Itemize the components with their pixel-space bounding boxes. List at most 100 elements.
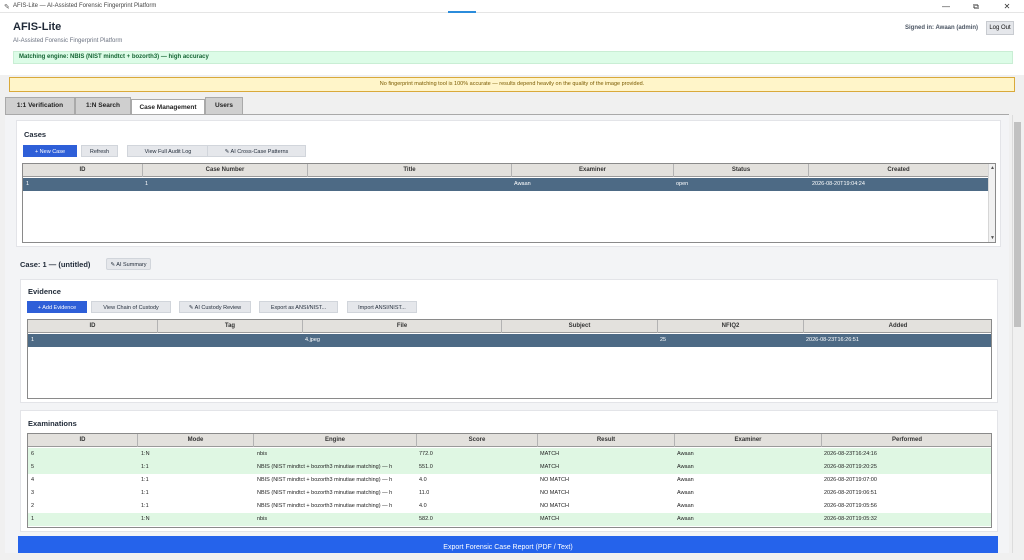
cell-id: 1	[26, 181, 30, 187]
col-header[interactable]: Score	[417, 434, 538, 447]
app-icon: ✎	[4, 4, 10, 11]
col-header[interactable]: ID	[28, 320, 158, 333]
table-row[interactable]: 6 1:N nbis 772.0 MATCH Awaan 2026-08-23T…	[28, 448, 991, 461]
cell-examiner: Awaan	[514, 181, 531, 187]
col-header[interactable]: ID	[28, 434, 138, 447]
col-header[interactable]: Status	[674, 164, 809, 177]
cell-performed: 2026-08-20T19:06:51	[824, 490, 877, 496]
scroll-up-icon[interactable]: ▲	[989, 165, 995, 172]
cell-score: 551.0	[419, 464, 433, 470]
cell-engine: NBIS (NIST mindtct + bozorth3 minutiae m…	[257, 490, 393, 496]
col-header[interactable]: File	[303, 320, 502, 333]
cell-performed: 2026-08-23T16:24:16	[824, 451, 877, 457]
export-report-button[interactable]: Export Forensic Case Report (PDF / Text)	[18, 536, 998, 553]
evidence-table-header: ID Tag File Subject NFIQ2 Added	[28, 320, 991, 333]
audit-log-button[interactable]: View Full Audit Log	[127, 145, 209, 157]
app-header: AFIS-Lite AI-Assisted Forensic Fingerpri…	[0, 13, 1024, 75]
cell-case-number: 1	[145, 181, 149, 187]
maximize-icon[interactable]: ⧉	[962, 1, 990, 12]
minimize-icon[interactable]: —	[932, 1, 960, 12]
cell-file: 4.jpeg	[305, 337, 320, 343]
table-row[interactable]: 1 4.jpeg 25 2026-08-23T16:26:51	[28, 334, 991, 347]
examinations-table[interactable]: ID Mode Engine Score Result Examiner Per…	[27, 433, 992, 528]
cases-table[interactable]: ID Case Number Title Examiner Status Cre…	[22, 163, 996, 243]
cell-status: open	[676, 181, 689, 187]
cell-score: 4.0	[419, 477, 427, 483]
close-icon[interactable]: ✕	[993, 1, 1021, 12]
cell-id: 3	[31, 490, 35, 496]
page-scrollbar-thumb[interactable]	[1014, 122, 1021, 327]
table-row[interactable]: 4 1:1 NBIS (NIST mindtct + bozorth3 minu…	[28, 474, 991, 487]
col-header[interactable]: Tag	[158, 320, 303, 333]
col-header[interactable]: Performed	[822, 434, 991, 447]
table-row[interactable]: 3 1:1 NBIS (NIST mindtct + bozorth3 minu…	[28, 487, 991, 500]
export-ansi-button[interactable]: Export as ANSI/NIST...	[259, 301, 338, 313]
cases-title: Cases	[24, 130, 47, 139]
col-header[interactable]: NFIQ2	[658, 320, 804, 333]
ai-summary-button[interactable]: ✎ AI Summary	[106, 258, 151, 270]
cell-result: NO MATCH	[540, 477, 569, 483]
cell-result: NO MATCH	[540, 490, 569, 496]
ai-patterns-button[interactable]: ✎ AI Cross-Case Patterns	[207, 145, 306, 157]
cell-mode: 1:1	[141, 477, 149, 483]
new-case-button[interactable]: + New Case	[23, 145, 77, 157]
tab-search[interactable]: 1:N Search	[75, 97, 131, 114]
cell-mode: 1:1	[141, 464, 149, 470]
table-row[interactable]: 2 1:1 NBIS (NIST mindtct + bozorth3 minu…	[28, 500, 991, 513]
cell-added: 2026-08-23T16:26:51	[806, 337, 859, 343]
col-header[interactable]: Created	[809, 164, 989, 177]
table-row[interactable]: 1 1:N nbis 582.0 MATCH Awaan 2026-08-20T…	[28, 513, 991, 526]
cell-result: MATCH	[540, 451, 560, 457]
col-header[interactable]: ID	[23, 164, 143, 177]
col-header[interactable]: Case Number	[143, 164, 308, 177]
cell-engine: NBIS (NIST mindtct + bozorth3 minutiae m…	[257, 477, 393, 483]
cell-id: 5	[31, 464, 35, 470]
cell-id: 1	[31, 337, 35, 343]
cases-scrollbar[interactable]: ▲ ▼	[988, 164, 995, 242]
col-header[interactable]: Added	[804, 320, 991, 333]
evidence-table[interactable]: ID Tag File Subject NFIQ2 Added 1 4.jpeg…	[27, 319, 992, 399]
col-header[interactable]: Examiner	[675, 434, 822, 447]
table-row[interactable]: 5 1:1 NBIS (NIST mindtct + bozorth3 minu…	[28, 461, 991, 474]
refresh-button[interactable]: Refresh	[81, 145, 118, 157]
cell-id: 2	[31, 503, 35, 509]
cell-engine: nbis	[257, 451, 268, 457]
logout-button[interactable]: Log Out	[986, 21, 1014, 35]
cell-engine: nbis	[257, 516, 268, 522]
cell-id: 6	[31, 451, 35, 457]
cell-examiner: Awaan	[677, 451, 694, 457]
col-header[interactable]: Result	[538, 434, 675, 447]
cell-result: NO MATCH	[540, 503, 569, 509]
col-header[interactable]: Subject	[502, 320, 658, 333]
cases-table-header: ID Case Number Title Examiner Status Cre…	[23, 164, 989, 177]
cell-examiner: Awaan	[677, 464, 694, 470]
import-ansi-button[interactable]: Import ANSI/NIST...	[347, 301, 417, 313]
cell-mode: 1:N	[141, 451, 150, 457]
cell-score: 582.0	[419, 516, 433, 522]
add-evidence-button[interactable]: + Add Evidence	[27, 301, 87, 313]
tab-users[interactable]: Users	[205, 97, 243, 114]
cell-performed: 2026-08-20T19:20:25	[824, 464, 877, 470]
chain-of-custody-button[interactable]: View Chain of Custody	[91, 301, 171, 313]
cell-score: 4.0	[419, 503, 427, 509]
window-titlebar: ✎ AFIS-Lite — AI-Assisted Forensic Finge…	[0, 0, 1024, 13]
ai-custody-review-button[interactable]: ✎ AI Custody Review	[179, 301, 251, 313]
scroll-down-icon[interactable]: ▼	[989, 235, 995, 242]
cell-examiner: Awaan	[677, 516, 694, 522]
cell-mode: 1:N	[141, 516, 150, 522]
cell-created: 2026-08-20T19:04:24	[812, 181, 865, 187]
cell-performed: 2026-08-20T19:05:32	[824, 516, 877, 522]
col-header[interactable]: Title	[308, 164, 512, 177]
window-title: AFIS-Lite — AI-Assisted Forensic Fingerp…	[13, 3, 157, 9]
col-header[interactable]: Examiner	[512, 164, 674, 177]
examinations-table-header: ID Mode Engine Score Result Examiner Per…	[28, 434, 991, 447]
tab-verification[interactable]: 1:1 Verification	[5, 97, 75, 114]
col-header[interactable]: Mode	[138, 434, 254, 447]
tab-case-management[interactable]: Case Management	[131, 99, 205, 115]
col-header[interactable]: Engine	[254, 434, 417, 447]
cell-mode: 1:1	[141, 490, 149, 496]
cell-engine: NBIS (NIST mindtct + bozorth3 minutiae m…	[257, 464, 393, 470]
cell-performed: 2026-08-20T19:07:00	[824, 477, 877, 483]
table-row[interactable]: 1 1 Awaan open 2026-08-20T19:04:24	[23, 178, 989, 191]
accuracy-warning: No fingerprint matching tool is 100% acc…	[9, 77, 1015, 92]
